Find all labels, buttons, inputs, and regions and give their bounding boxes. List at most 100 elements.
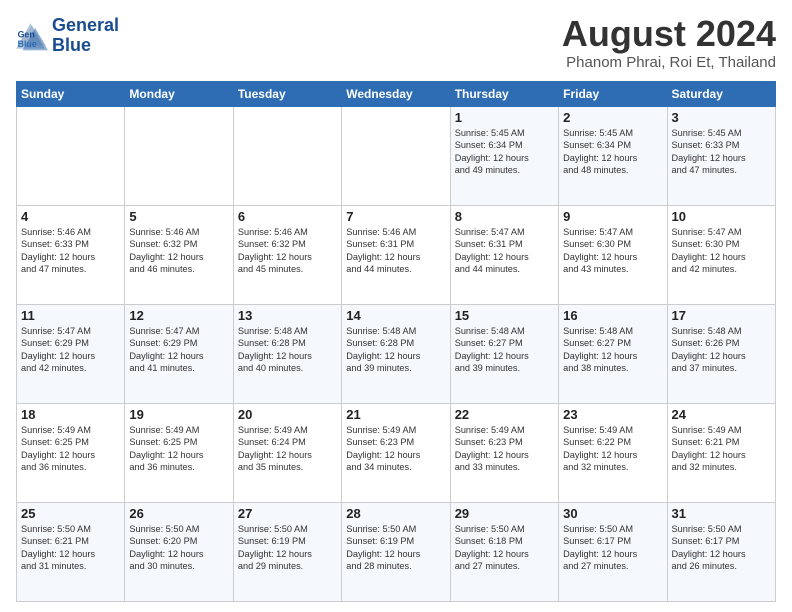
- calendar-cell: 11 Sunrise: 5:47 AM Sunset: 6:29 PM Dayli…: [17, 305, 125, 404]
- day-number: 24: [672, 407, 771, 422]
- day-info: Sunrise: 5:46 AM Sunset: 6:32 PM Dayligh…: [238, 226, 337, 276]
- month-title: August 2024: [562, 16, 776, 52]
- day-number: 8: [455, 209, 554, 224]
- calendar-table: SundayMondayTuesdayWednesdayThursdayFrid…: [16, 81, 776, 602]
- day-number: 6: [238, 209, 337, 224]
- day-info: Sunrise: 5:46 AM Sunset: 6:31 PM Dayligh…: [346, 226, 445, 276]
- calendar-cell: 9 Sunrise: 5:47 AM Sunset: 6:30 PM Daylig…: [559, 206, 667, 305]
- day-number: 2: [563, 110, 662, 125]
- day-info: Sunrise: 5:45 AM Sunset: 6:34 PM Dayligh…: [563, 127, 662, 177]
- day-info: Sunrise: 5:49 AM Sunset: 6:23 PM Dayligh…: [455, 424, 554, 474]
- day-info: Sunrise: 5:48 AM Sunset: 6:27 PM Dayligh…: [563, 325, 662, 375]
- day-number: 26: [129, 506, 228, 521]
- calendar-cell: [233, 107, 341, 206]
- day-info: Sunrise: 5:50 AM Sunset: 6:21 PM Dayligh…: [21, 523, 120, 573]
- calendar-week-2: 11 Sunrise: 5:47 AM Sunset: 6:29 PM Dayli…: [17, 305, 776, 404]
- day-number: 16: [563, 308, 662, 323]
- calendar-cell: 19 Sunrise: 5:49 AM Sunset: 6:25 PM Dayli…: [125, 404, 233, 503]
- calendar-cell: 31 Sunrise: 5:50 AM Sunset: 6:17 PM Dayli…: [667, 503, 775, 602]
- day-info: Sunrise: 5:50 AM Sunset: 6:17 PM Dayligh…: [563, 523, 662, 573]
- weekday-wednesday: Wednesday: [342, 82, 450, 107]
- calendar-cell: 18 Sunrise: 5:49 AM Sunset: 6:25 PM Dayli…: [17, 404, 125, 503]
- day-info: Sunrise: 5:50 AM Sunset: 6:17 PM Dayligh…: [672, 523, 771, 573]
- calendar-cell: 14 Sunrise: 5:48 AM Sunset: 6:28 PM Dayli…: [342, 305, 450, 404]
- day-number: 28: [346, 506, 445, 521]
- calendar-cell: 2 Sunrise: 5:45 AM Sunset: 6:34 PM Daylig…: [559, 107, 667, 206]
- page: Gen Blue General Blue August 2024 Phanom…: [0, 0, 792, 612]
- day-info: Sunrise: 5:45 AM Sunset: 6:33 PM Dayligh…: [672, 127, 771, 177]
- day-number: 23: [563, 407, 662, 422]
- svg-text:Blue: Blue: [18, 39, 37, 49]
- day-info: Sunrise: 5:48 AM Sunset: 6:27 PM Dayligh…: [455, 325, 554, 375]
- day-number: 27: [238, 506, 337, 521]
- calendar-week-4: 25Sunrise: 5:50 AM Sunset: 6:21 PM Dayli…: [17, 503, 776, 602]
- day-info: Sunrise: 5:50 AM Sunset: 6:18 PM Dayligh…: [455, 523, 554, 573]
- weekday-header-row: SundayMondayTuesdayWednesdayThursdayFrid…: [17, 82, 776, 107]
- calendar-cell: 24Sunrise: 5:49 AM Sunset: 6:21 PM Dayli…: [667, 404, 775, 503]
- day-info: Sunrise: 5:47 AM Sunset: 6:29 PM Dayligh…: [21, 325, 120, 375]
- weekday-sunday: Sunday: [17, 82, 125, 107]
- day-number: 9: [563, 209, 662, 224]
- calendar-cell: 23 Sunrise: 5:49 AM Sunset: 6:22 PM Dayli…: [559, 404, 667, 503]
- day-number: 19: [129, 407, 228, 422]
- day-number: 1: [455, 110, 554, 125]
- calendar-cell: 29 Sunrise: 5:50 AM Sunset: 6:18 PM Dayli…: [450, 503, 558, 602]
- calendar-week-0: 1 Sunrise: 5:45 AM Sunset: 6:34 PM Daylig…: [17, 107, 776, 206]
- day-number: 29: [455, 506, 554, 521]
- logo-icon: Gen Blue: [16, 20, 48, 52]
- day-number: 21: [346, 407, 445, 422]
- day-info: Sunrise: 5:49 AM Sunset: 6:24 PM Dayligh…: [238, 424, 337, 474]
- day-number: 5: [129, 209, 228, 224]
- calendar-cell: 6 Sunrise: 5:46 AM Sunset: 6:32 PM Daylig…: [233, 206, 341, 305]
- logo-line1: General: [52, 16, 119, 36]
- logo: Gen Blue General Blue: [16, 16, 119, 56]
- day-info: Sunrise: 5:47 AM Sunset: 6:30 PM Dayligh…: [563, 226, 662, 276]
- location-subtitle: Phanom Phrai, Roi Et, Thailand: [562, 54, 776, 71]
- logo-line2: Blue: [52, 36, 119, 56]
- day-info: Sunrise: 5:50 AM Sunset: 6:19 PM Dayligh…: [346, 523, 445, 573]
- day-number: 14: [346, 308, 445, 323]
- calendar-cell: 4Sunrise: 5:46 AM Sunset: 6:33 PM Daylig…: [17, 206, 125, 305]
- calendar-cell: 26Sunrise: 5:50 AM Sunset: 6:20 PM Dayli…: [125, 503, 233, 602]
- day-number: 22: [455, 407, 554, 422]
- day-info: Sunrise: 5:49 AM Sunset: 6:25 PM Dayligh…: [129, 424, 228, 474]
- day-info: Sunrise: 5:49 AM Sunset: 6:23 PM Dayligh…: [346, 424, 445, 474]
- day-info: Sunrise: 5:47 AM Sunset: 6:29 PM Dayligh…: [129, 325, 228, 375]
- calendar-cell: 5 Sunrise: 5:46 AM Sunset: 6:32 PM Daylig…: [125, 206, 233, 305]
- day-info: Sunrise: 5:47 AM Sunset: 6:30 PM Dayligh…: [672, 226, 771, 276]
- day-number: 7: [346, 209, 445, 224]
- calendar-cell: 21 Sunrise: 5:49 AM Sunset: 6:23 PM Dayli…: [342, 404, 450, 503]
- header: Gen Blue General Blue August 2024 Phanom…: [16, 16, 776, 71]
- weekday-tuesday: Tuesday: [233, 82, 341, 107]
- day-info: Sunrise: 5:46 AM Sunset: 6:33 PM Dayligh…: [21, 226, 120, 276]
- day-number: 18: [21, 407, 120, 422]
- day-number: 30: [563, 506, 662, 521]
- calendar-cell: 8Sunrise: 5:47 AM Sunset: 6:31 PM Daylig…: [450, 206, 558, 305]
- calendar-cell: [125, 107, 233, 206]
- calendar-cell: 13 Sunrise: 5:48 AM Sunset: 6:28 PM Dayli…: [233, 305, 341, 404]
- day-number: 20: [238, 407, 337, 422]
- weekday-saturday: Saturday: [667, 82, 775, 107]
- day-number: 13: [238, 308, 337, 323]
- calendar-cell: 7 Sunrise: 5:46 AM Sunset: 6:31 PM Daylig…: [342, 206, 450, 305]
- weekday-thursday: Thursday: [450, 82, 558, 107]
- day-info: Sunrise: 5:48 AM Sunset: 6:28 PM Dayligh…: [346, 325, 445, 375]
- day-number: 15: [455, 308, 554, 323]
- calendar-cell: 22 Sunrise: 5:49 AM Sunset: 6:23 PM Dayli…: [450, 404, 558, 503]
- calendar-cell: 16 Sunrise: 5:48 AM Sunset: 6:27 PM Dayli…: [559, 305, 667, 404]
- logo-text: General Blue: [52, 16, 119, 56]
- day-info: Sunrise: 5:49 AM Sunset: 6:25 PM Dayligh…: [21, 424, 120, 474]
- day-info: Sunrise: 5:46 AM Sunset: 6:32 PM Dayligh…: [129, 226, 228, 276]
- day-info: Sunrise: 5:48 AM Sunset: 6:26 PM Dayligh…: [672, 325, 771, 375]
- day-info: Sunrise: 5:48 AM Sunset: 6:28 PM Dayligh…: [238, 325, 337, 375]
- title-block: August 2024 Phanom Phrai, Roi Et, Thaila…: [562, 16, 776, 71]
- calendar-week-3: 18 Sunrise: 5:49 AM Sunset: 6:25 PM Dayli…: [17, 404, 776, 503]
- calendar-cell: 12Sunrise: 5:47 AM Sunset: 6:29 PM Dayli…: [125, 305, 233, 404]
- day-info: Sunrise: 5:49 AM Sunset: 6:22 PM Dayligh…: [563, 424, 662, 474]
- calendar-cell: 28 Sunrise: 5:50 AM Sunset: 6:19 PM Dayli…: [342, 503, 450, 602]
- day-number: 31: [672, 506, 771, 521]
- calendar-cell: 10Sunrise: 5:47 AM Sunset: 6:30 PM Dayli…: [667, 206, 775, 305]
- calendar-cell: 3Sunrise: 5:45 AM Sunset: 6:33 PM Daylig…: [667, 107, 775, 206]
- day-number: 11: [21, 308, 120, 323]
- calendar-week-1: 4Sunrise: 5:46 AM Sunset: 6:33 PM Daylig…: [17, 206, 776, 305]
